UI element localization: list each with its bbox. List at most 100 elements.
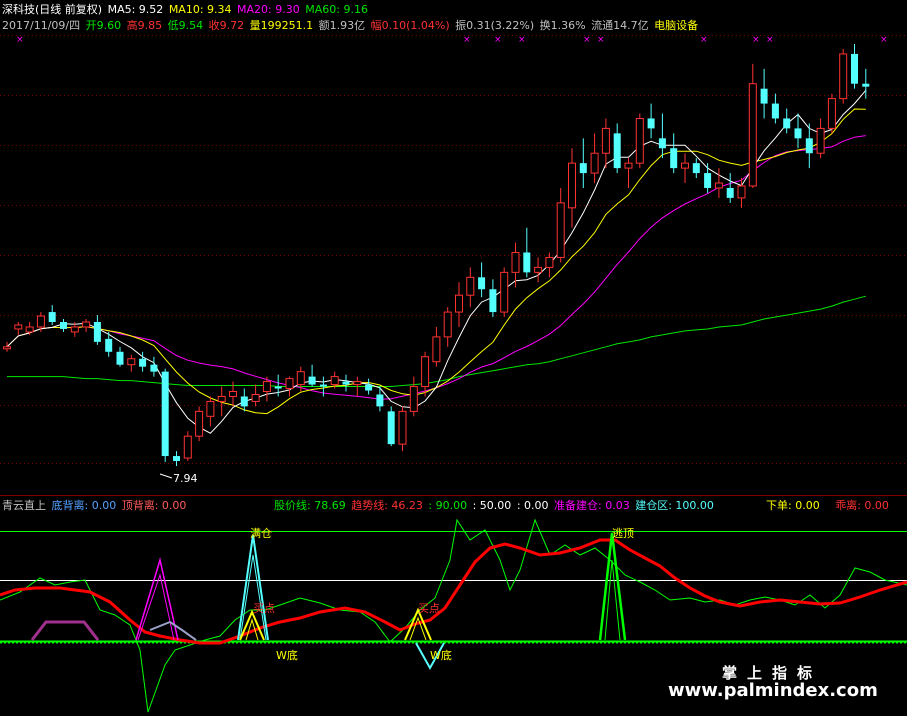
ma10-value: MA10: 9.34 — [168, 3, 232, 16]
deviation-value: 乖离: 0.00 — [835, 499, 889, 512]
candle — [116, 346, 124, 367]
level-90-value: : 90.00 — [428, 499, 468, 512]
watermark-url: www.palmindex.com — [668, 680, 878, 701]
ma5-value: MA5: 9.52 — [107, 3, 164, 16]
candle-body — [48, 312, 56, 323]
candle-body — [500, 271, 509, 313]
candle — [195, 406, 204, 442]
candle-body — [421, 356, 430, 388]
candle — [25, 322, 34, 335]
candle — [714, 168, 723, 198]
full-position-label: 满仓 — [250, 526, 272, 540]
candle-body — [511, 252, 520, 273]
candle-body — [262, 381, 271, 393]
candle-body — [206, 400, 215, 417]
candle — [217, 386, 226, 417]
candle — [635, 113, 644, 169]
candle-body — [839, 53, 848, 100]
order-value: 下单: 0.00 — [766, 499, 820, 512]
low-price-pointer — [159, 473, 173, 479]
escape-top-spike — [598, 532, 627, 641]
candle-body — [342, 381, 350, 385]
price-header-row-2: 2017/11/09/四 开9.60 高9.85 低9.54 收9.72 量19… — [2, 19, 700, 32]
candle — [489, 279, 497, 318]
candle-body — [93, 322, 101, 342]
candle — [161, 368, 169, 462]
candle-body — [624, 162, 633, 169]
candle — [365, 378, 373, 395]
candle-body — [398, 410, 407, 445]
prepare-plateau — [30, 620, 100, 641]
candle — [816, 118, 825, 159]
candle — [624, 158, 633, 188]
candle-body — [319, 384, 327, 387]
candle-body — [455, 294, 463, 313]
candle — [827, 93, 836, 134]
candle — [240, 388, 248, 412]
candle-body — [670, 148, 678, 169]
candle-body — [285, 378, 294, 390]
candle — [443, 307, 452, 347]
candle-body — [478, 277, 486, 290]
candle-body — [714, 182, 723, 189]
candle-body — [173, 456, 180, 462]
low-value: 低9.54 — [167, 19, 204, 32]
amplitude-value: 振0.31(3.22%) — [455, 19, 535, 32]
buy-point-label-1: 买点 — [253, 602, 275, 615]
candle-body — [556, 202, 565, 258]
candle — [421, 351, 430, 397]
candle — [150, 356, 158, 377]
signal-marker: × — [597, 35, 605, 45]
buy-point-label-2: 买点 — [418, 602, 440, 615]
moving-average-lines — [6, 89, 867, 434]
candle-body — [647, 118, 655, 129]
candle — [568, 148, 576, 228]
signal-marker: × — [700, 35, 708, 45]
candle — [556, 187, 565, 263]
candle — [409, 376, 418, 417]
candle-body — [862, 83, 870, 87]
candle-body — [308, 376, 316, 385]
candle-body — [760, 88, 768, 104]
open-value: 开9.60 — [85, 19, 122, 32]
candle — [613, 123, 621, 174]
candle-body — [658, 138, 666, 149]
candle — [127, 354, 136, 372]
candle — [783, 108, 791, 134]
candle-body — [545, 256, 554, 268]
candle-body — [217, 395, 226, 402]
candle-body — [387, 411, 395, 445]
candle — [93, 315, 101, 345]
indicator-header-mid: 股价线: 78.69 趋势线: 46.23 : 90.00 : 50.00 : … — [274, 499, 716, 512]
volume-value: 量199251.1 — [249, 19, 314, 32]
candle-body — [794, 128, 802, 139]
candle-body — [127, 358, 136, 366]
candle-body — [805, 138, 813, 154]
candle-body — [251, 393, 260, 402]
signal-marker: × — [494, 35, 502, 45]
candle-body — [229, 391, 237, 397]
candle — [862, 68, 870, 99]
candle-body — [70, 326, 79, 333]
signal-marker: × — [880, 35, 888, 45]
candle-body — [579, 163, 587, 174]
symbol-title: 深科技(日线 前复权) — [2, 3, 103, 16]
grid-lines — [0, 35, 907, 496]
candle — [342, 374, 350, 392]
candle-body — [353, 381, 362, 386]
signal-marker: × — [518, 35, 526, 45]
candle — [534, 257, 543, 283]
candle — [308, 364, 316, 387]
candle-body — [60, 322, 67, 329]
signal-marker: × — [463, 35, 471, 45]
ma10-line — [6, 108, 866, 415]
candle — [839, 48, 848, 104]
candle — [48, 305, 56, 325]
candle-body — [692, 163, 700, 174]
candle-body — [523, 252, 531, 273]
candle — [398, 406, 407, 452]
candle-body — [116, 351, 124, 365]
candle — [455, 282, 463, 327]
candle — [387, 406, 395, 447]
candle-body — [195, 410, 204, 437]
